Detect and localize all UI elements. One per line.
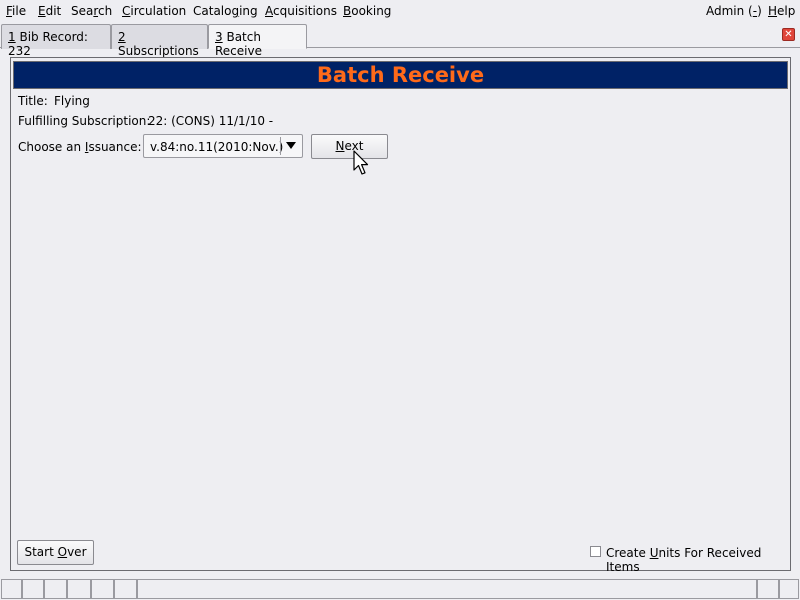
status-cell xyxy=(1,579,22,599)
menu-circulation[interactable]: Circulation xyxy=(122,4,186,18)
menu-cataloging[interactable]: Cataloging xyxy=(193,4,258,18)
title-label: Title: xyxy=(18,94,48,108)
menu-bar: File Edit Search Circulation Cataloging … xyxy=(0,0,800,22)
menu-edit[interactable]: Edit xyxy=(38,4,61,18)
subscription-label: Fulfilling Subscription: xyxy=(18,114,151,128)
menu-booking[interactable]: Booking xyxy=(343,4,391,18)
menu-acquisitions[interactable]: Acquisitions xyxy=(265,4,337,18)
menu-search[interactable]: Search xyxy=(71,4,112,18)
menu-help[interactable]: Help xyxy=(768,4,795,18)
issuance-select[interactable]: v.84:no.11(2010:Nov.) xyxy=(143,134,303,158)
status-bar xyxy=(0,578,800,600)
issuance-select-value: v.84:no.11(2010:Nov.) xyxy=(150,140,284,154)
tab-batch-receive[interactable]: 3 Batch Receive xyxy=(208,24,307,58)
chevron-down-icon[interactable] xyxy=(286,142,296,149)
dropdown-separator xyxy=(280,137,281,155)
menu-file[interactable]: File xyxy=(6,4,26,18)
status-cell xyxy=(44,579,67,599)
title-value: Flying xyxy=(54,94,90,108)
status-cell xyxy=(757,579,779,599)
status-cell xyxy=(91,579,114,599)
tab-bar: 1 Bib Record: 232 2 Subscriptions 3 Batc… xyxy=(0,22,800,58)
batch-receive-panel: Batch Receive Title: Flying Fulfilling S… xyxy=(10,57,791,574)
start-over-button[interactable]: Start Over xyxy=(17,540,94,565)
status-cell xyxy=(114,579,137,599)
tab-bib-record[interactable]: 1 Bib Record: 232 xyxy=(1,24,111,58)
subscription-value: 22: (CONS) 11/1/10 - xyxy=(148,114,274,128)
page-title: Batch Receive xyxy=(13,61,788,89)
create-units-label[interactable]: Create Units For Received Items xyxy=(606,546,790,574)
resize-grip[interactable] xyxy=(779,579,799,599)
issuance-label: Choose an Issuance: xyxy=(18,140,142,154)
menu-admin[interactable]: Admin (-) xyxy=(706,4,762,18)
status-cell xyxy=(67,579,91,599)
tab-subscriptions[interactable]: 2 Subscriptions xyxy=(111,24,208,58)
close-tab-icon[interactable]: ✕ xyxy=(782,28,795,41)
status-cell xyxy=(22,579,44,599)
status-message-area xyxy=(137,579,757,599)
create-units-checkbox[interactable] xyxy=(590,546,601,557)
mouse-pointer-icon xyxy=(353,150,369,175)
next-button[interactable]: Next xyxy=(311,134,388,159)
